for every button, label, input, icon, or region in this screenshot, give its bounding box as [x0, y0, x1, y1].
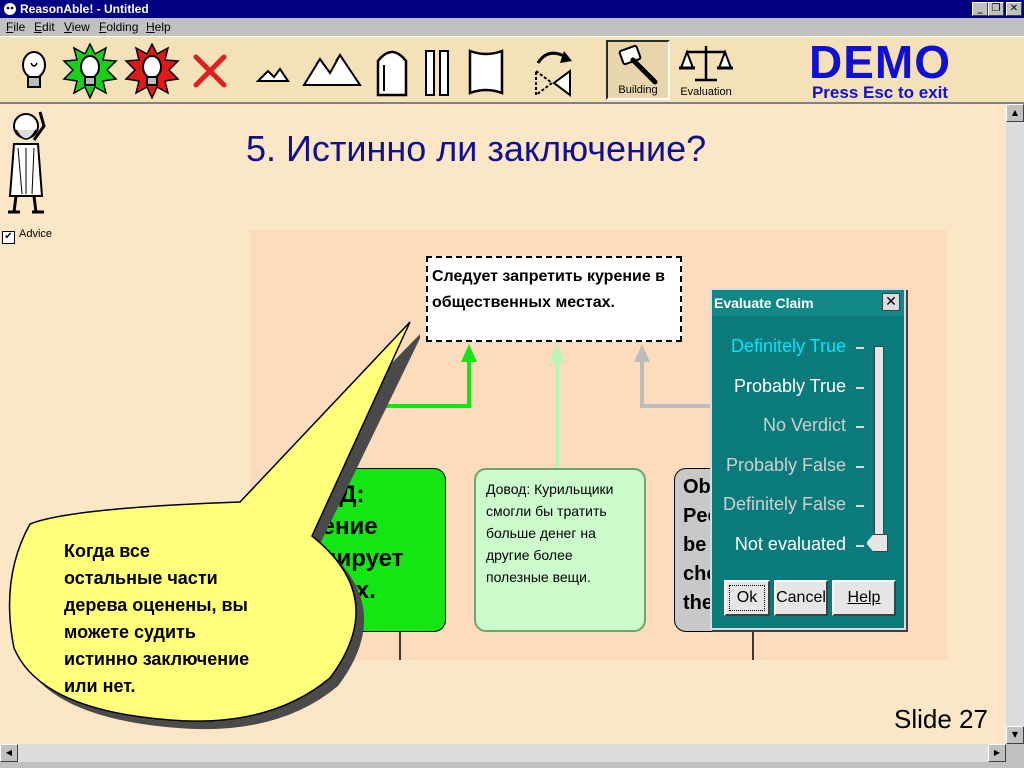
evaluation-label: Evaluation [680, 86, 732, 98]
option-definitely-true[interactable]: Definitely True [731, 336, 865, 357]
node-line: другие более [486, 547, 573, 563]
gravestone-icon[interactable] [370, 43, 414, 99]
option-definitely-false[interactable]: Definitely False [723, 494, 865, 515]
advice-checkbox[interactable]: ✔ [2, 231, 15, 244]
balloon-line: дерева оценены, вы [64, 595, 248, 615]
option-probably-true[interactable]: Probably True [734, 376, 865, 397]
balloon-line: истинно заключение [64, 649, 250, 669]
advice-toggle[interactable]: ✔ Advice [2, 228, 52, 244]
verdict-slider-thumb[interactable] [866, 534, 888, 552]
cancel-button[interactable]: Cancel [774, 580, 828, 616]
menu-bar: File Edit View Folding Help [0, 18, 1024, 36]
evaluate-claim-dialog: Evaluate Claim ✕ Definitely True Probabl… [710, 288, 906, 630]
option-no-verdict[interactable]: No Verdict [763, 415, 865, 436]
demo-title: DEMO [809, 36, 951, 88]
verdict-slider-track[interactable] [874, 346, 884, 550]
restore-button[interactable]: ❐ [988, 2, 1004, 16]
scales-icon [679, 46, 733, 82]
scroll-right-arrow-icon[interactable]: ▶ [988, 744, 1006, 762]
dialog-title: Evaluate Claim [712, 290, 904, 316]
option-not-evaluated[interactable]: Not evaluated [735, 534, 865, 555]
close-button[interactable]: ✕ [1006, 2, 1022, 16]
small-hills-icon[interactable] [254, 43, 290, 99]
menu-folding[interactable]: Folding [99, 18, 138, 36]
balloon-line: или нет. [64, 676, 136, 696]
rotate-arrow-icon[interactable] [528, 43, 578, 99]
menu-edit[interactable]: Edit [34, 18, 55, 36]
demo-subtitle: Press Esc to exit [811, 83, 949, 102]
claim-line: Следует запретить курение в [432, 268, 666, 285]
dialog-close-button[interactable]: ✕ [882, 293, 900, 311]
scroll-left-arrow-icon[interactable]: ◀ [0, 744, 18, 762]
building-mode-button[interactable]: Building [606, 40, 670, 100]
scroll-icon[interactable] [462, 43, 510, 99]
app-icon [4, 3, 16, 15]
advice-label: Advice [19, 228, 53, 240]
node-line: полезные вещи. [486, 569, 591, 585]
balloon-line: Когда все [64, 541, 150, 561]
window-title: ReasonAble! - Untitled [20, 2, 149, 16]
node-line: больше денег на [486, 525, 596, 541]
status-bar [0, 762, 1024, 768]
balloon-line: можете судить [64, 622, 196, 642]
option-probably-false[interactable]: Probably False [726, 455, 865, 476]
lightbulb-icon[interactable] [12, 43, 56, 99]
horizontal-scrollbar[interactable]: ◀ ▶ [0, 744, 1006, 762]
node-line: смогли бы тратить [486, 503, 607, 519]
menu-help[interactable]: Help [146, 18, 171, 36]
green-lightbulb-icon[interactable] [62, 43, 118, 99]
slide-number: Slide 27 [894, 704, 988, 734]
node-line: Довод: Курильщики [486, 481, 614, 497]
evaluation-mode-button[interactable]: Evaluation [674, 40, 738, 100]
hammer-icon [618, 44, 658, 85]
minimize-button[interactable]: _ [972, 2, 988, 16]
claim-line: общественных местах. [432, 294, 615, 311]
scroll-up-arrow-icon[interactable]: ▲ [1006, 104, 1024, 122]
balloon-line: остальные части [64, 568, 218, 588]
mountains-icon[interactable] [302, 43, 362, 99]
advice-balloon-text: Когда все остальные части дерева оценены… [64, 538, 314, 700]
help-button[interactable]: Help [832, 580, 896, 616]
demo-banner: DEMO Press Esc to exit [800, 38, 960, 102]
conclusion-claim-box[interactable]: Следует запретить курение в общественных… [426, 256, 682, 342]
scroll-down-arrow-icon[interactable]: ▼ [1006, 726, 1024, 744]
ok-button[interactable]: Ok [724, 580, 770, 616]
menu-file[interactable]: File [6, 18, 25, 36]
menu-view[interactable]: View [64, 18, 90, 36]
slide-title: 5. Истинно ли заключение? [246, 128, 707, 169]
socrates-advisor-icon[interactable] [4, 108, 56, 218]
vertical-scrollbar[interactable]: ▲ ▼ [1006, 104, 1024, 744]
building-label: Building [618, 84, 658, 96]
delete-x-icon[interactable] [188, 43, 232, 99]
pillars-icon[interactable] [420, 43, 454, 99]
reason-node-light-green[interactable]: Довод: Курильщики смогли бы тратить боль… [474, 468, 646, 632]
title-bar: ReasonAble! - Untitled _ ❐ ✕ [0, 0, 1024, 18]
red-lightbulb-icon[interactable] [124, 43, 180, 99]
